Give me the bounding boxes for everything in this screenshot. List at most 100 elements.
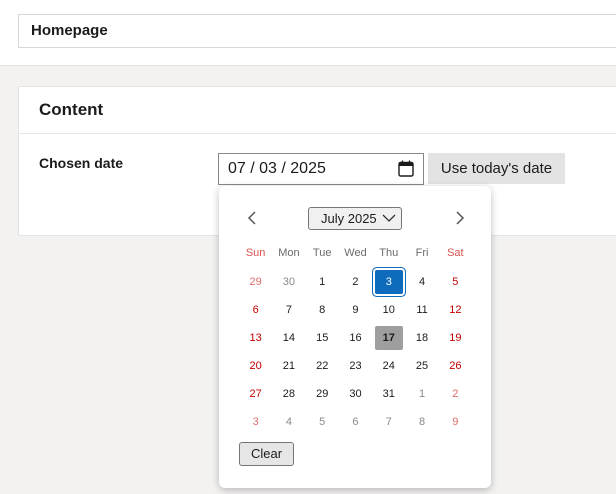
week-row: 20 21 22 23 24 25 26 bbox=[239, 352, 472, 380]
day-cell[interactable]: 6 bbox=[339, 408, 372, 436]
weekday-label: Mon bbox=[278, 247, 300, 259]
week-row: 13 14 15 16 17 18 19 bbox=[239, 324, 472, 352]
day-number: 15 bbox=[316, 332, 329, 344]
day-number: 31 bbox=[382, 388, 395, 400]
day-cell[interactable]: 14 bbox=[272, 324, 305, 352]
day-cell[interactable]: 26 bbox=[439, 352, 472, 380]
day-cell[interactable]: 5 bbox=[439, 268, 472, 296]
day-cell[interactable]: 13 bbox=[239, 324, 272, 352]
day-number: 26 bbox=[449, 360, 462, 372]
day-number: 5 bbox=[319, 416, 326, 428]
chosen-date-label: Chosen date bbox=[39, 155, 124, 171]
day-cell[interactable]: 4 bbox=[405, 268, 438, 296]
day-number: 4 bbox=[418, 276, 426, 288]
day-number: 13 bbox=[249, 332, 262, 344]
day-number: 9 bbox=[452, 416, 459, 428]
day-cell[interactable]: 10 bbox=[372, 296, 405, 324]
weekday-label: Wed bbox=[344, 247, 367, 259]
day-number: 5 bbox=[452, 276, 459, 288]
day-number: 16 bbox=[349, 332, 362, 344]
day-cell[interactable]: 1 bbox=[306, 268, 339, 296]
weekday-label: Thu bbox=[379, 247, 399, 259]
day-cell[interactable]: 31 bbox=[372, 380, 405, 408]
day-number: 12 bbox=[449, 304, 462, 316]
day-cell[interactable]: 12 bbox=[439, 296, 472, 324]
month-year-select[interactable]: July 2025 bbox=[308, 207, 402, 230]
day-cell[interactable]: 8 bbox=[306, 296, 339, 324]
day-number: 2 bbox=[352, 276, 359, 288]
day-number: 30 bbox=[349, 388, 362, 400]
day-number: 7 bbox=[285, 304, 292, 316]
day-cell[interactable]: 21 bbox=[272, 352, 305, 380]
day-cell[interactable]: 27 bbox=[239, 380, 272, 408]
day-cell[interactable]: 1 bbox=[405, 380, 438, 408]
day-cell[interactable]: 29 bbox=[239, 268, 272, 296]
page-name-field[interactable]: Homepage bbox=[18, 14, 616, 48]
day-number: 17 bbox=[374, 326, 403, 350]
calendar-grid: Sun Mon Tue Wed Thu Fri Sat 29 30 1 2 3 4 5 6 7 8 9 10 11 1… bbox=[239, 244, 472, 436]
day-cell[interactable]: 16 bbox=[339, 324, 372, 352]
day-number: 22 bbox=[316, 360, 329, 372]
day-cell[interactable]: 11 bbox=[405, 296, 438, 324]
day-cell[interactable]: 9 bbox=[339, 296, 372, 324]
day-cell[interactable]: 7 bbox=[272, 296, 305, 324]
calendar-icon[interactable] bbox=[398, 160, 414, 177]
day-number: 29 bbox=[249, 276, 262, 288]
day-cell[interactable]: 19 bbox=[439, 324, 472, 352]
day-number: 1 bbox=[418, 388, 426, 400]
day-cell[interactable]: 3 bbox=[239, 408, 272, 436]
day-cell[interactable]: 24 bbox=[372, 352, 405, 380]
clear-button[interactable]: Clear bbox=[239, 442, 294, 466]
chevron-right-icon[interactable] bbox=[449, 208, 469, 228]
day-cell[interactable]: 2 bbox=[339, 268, 372, 296]
day-number: 3 bbox=[374, 270, 403, 294]
week-row: 6 7 8 9 10 11 12 bbox=[239, 296, 472, 324]
day-cell[interactable]: 2 bbox=[439, 380, 472, 408]
day-cell[interactable]: 28 bbox=[272, 380, 305, 408]
day-cell[interactable]: 30 bbox=[272, 268, 305, 296]
day-cell[interactable]: 6 bbox=[239, 296, 272, 324]
day-cell[interactable]: 23 bbox=[339, 352, 372, 380]
day-number: 6 bbox=[252, 304, 259, 316]
weekday-label: Sun bbox=[245, 247, 266, 259]
day-cell[interactable]: 20 bbox=[239, 352, 272, 380]
day-cell[interactable]: 30 bbox=[339, 380, 372, 408]
day-number: 11 bbox=[416, 304, 428, 316]
day-cell[interactable]: 5 bbox=[306, 408, 339, 436]
week-row: 3 4 5 6 7 8 9 bbox=[239, 408, 472, 436]
day-number: 30 bbox=[282, 276, 296, 288]
day-cell[interactable]: 29 bbox=[306, 380, 339, 408]
day-cell[interactable]: 22 bbox=[306, 352, 339, 380]
day-number: 25 bbox=[415, 360, 429, 372]
content-title: Content bbox=[19, 87, 616, 134]
day-number: 4 bbox=[285, 416, 292, 428]
calendar-weeks: 29 30 1 2 3 4 5 6 7 8 9 10 11 12 13 14 15 16 17 18 19 20 21 22 2… bbox=[239, 268, 472, 436]
selected-day[interactable]: 3 bbox=[372, 268, 405, 296]
day-number: 1 bbox=[319, 276, 326, 288]
day-cell[interactable]: 8 bbox=[405, 408, 438, 436]
day-number: 27 bbox=[249, 388, 262, 400]
day-cell[interactable]: 18 bbox=[405, 324, 438, 352]
day-cell[interactable]: 9 bbox=[439, 408, 472, 436]
day-cell[interactable]: 7 bbox=[372, 408, 405, 436]
day-number: 8 bbox=[418, 416, 426, 428]
date-picker-popup: July 2025 Sun Mon Tue Wed Thu Fri Sat 29 30 1 2 3 4… bbox=[219, 186, 491, 488]
day-number: 24 bbox=[382, 360, 395, 372]
month-year-label: July 2025 bbox=[321, 211, 377, 226]
date-input[interactable]: 07 / 03 / 2025 bbox=[218, 153, 424, 185]
chevron-left-icon[interactable] bbox=[243, 208, 263, 228]
day-cell[interactable]: 4 bbox=[272, 408, 305, 436]
day-cell[interactable]: 15 bbox=[306, 324, 339, 352]
top-bar: Homepage bbox=[0, 0, 616, 66]
day-number: 21 bbox=[282, 360, 296, 372]
weekday-label: Sat bbox=[447, 247, 464, 259]
day-number: 28 bbox=[282, 388, 296, 400]
today-day[interactable]: 17 bbox=[372, 324, 405, 352]
weekday-label: Fri bbox=[415, 247, 429, 259]
day-number: 10 bbox=[382, 304, 395, 316]
day-number: 18 bbox=[415, 332, 429, 344]
day-number: 23 bbox=[349, 360, 362, 372]
week-row: 29 30 1 2 3 4 5 bbox=[239, 268, 472, 296]
day-cell[interactable]: 25 bbox=[405, 352, 438, 380]
use-today-button[interactable]: Use today's date bbox=[428, 153, 565, 184]
